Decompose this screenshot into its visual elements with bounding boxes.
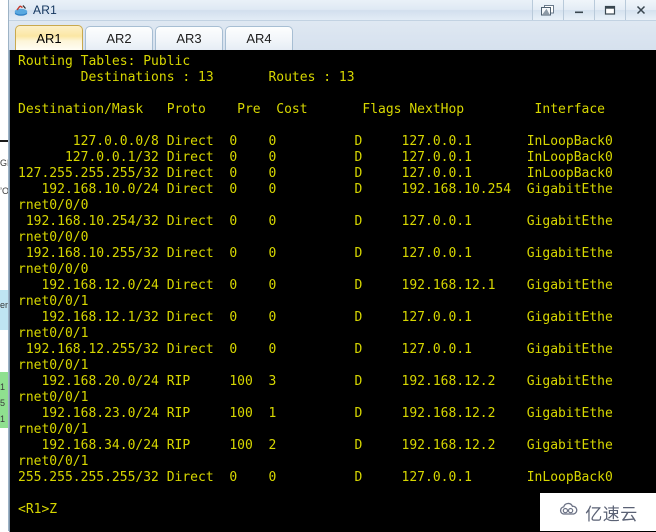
background-text-fragment: 5 — [0, 398, 6, 408]
window-controls — [532, 0, 656, 20]
tab-ar3[interactable]: AR3 — [155, 26, 223, 50]
tab-ar1[interactable]: AR1 — [15, 25, 83, 50]
close-button[interactable] — [625, 0, 656, 20]
background-text-fragment: 1 — [0, 382, 6, 392]
terminal-console[interactable]: Routing Tables: Public Destinations : 13… — [9, 50, 656, 532]
watermark-text: 亿速云 — [585, 504, 638, 525]
tab-ar4[interactable]: AR4 — [225, 26, 293, 50]
window-title: AR1 — [33, 3, 57, 17]
watermark: 亿速云 — [540, 493, 656, 531]
cloud-icon — [558, 502, 580, 522]
title-bar[interactable]: AR1 — [9, 0, 656, 21]
router-icon — [13, 3, 29, 17]
minimize-button[interactable] — [563, 0, 594, 20]
background-text-fragment: 1 — [0, 414, 6, 424]
maximize-button[interactable] — [594, 0, 625, 20]
background-text-fragment: er — [0, 300, 9, 310]
ar1-window: AR1 AR1 AR2 AR3 AR4 Routing Tables: Publ… — [8, 0, 656, 532]
tab-strip: AR1 AR2 AR3 AR4 — [9, 21, 656, 50]
terminal-output: Routing Tables: Public Destinations : 13… — [18, 54, 613, 517]
tab-ar2[interactable]: AR2 — [85, 26, 153, 50]
restore-button[interactable] — [532, 0, 563, 20]
